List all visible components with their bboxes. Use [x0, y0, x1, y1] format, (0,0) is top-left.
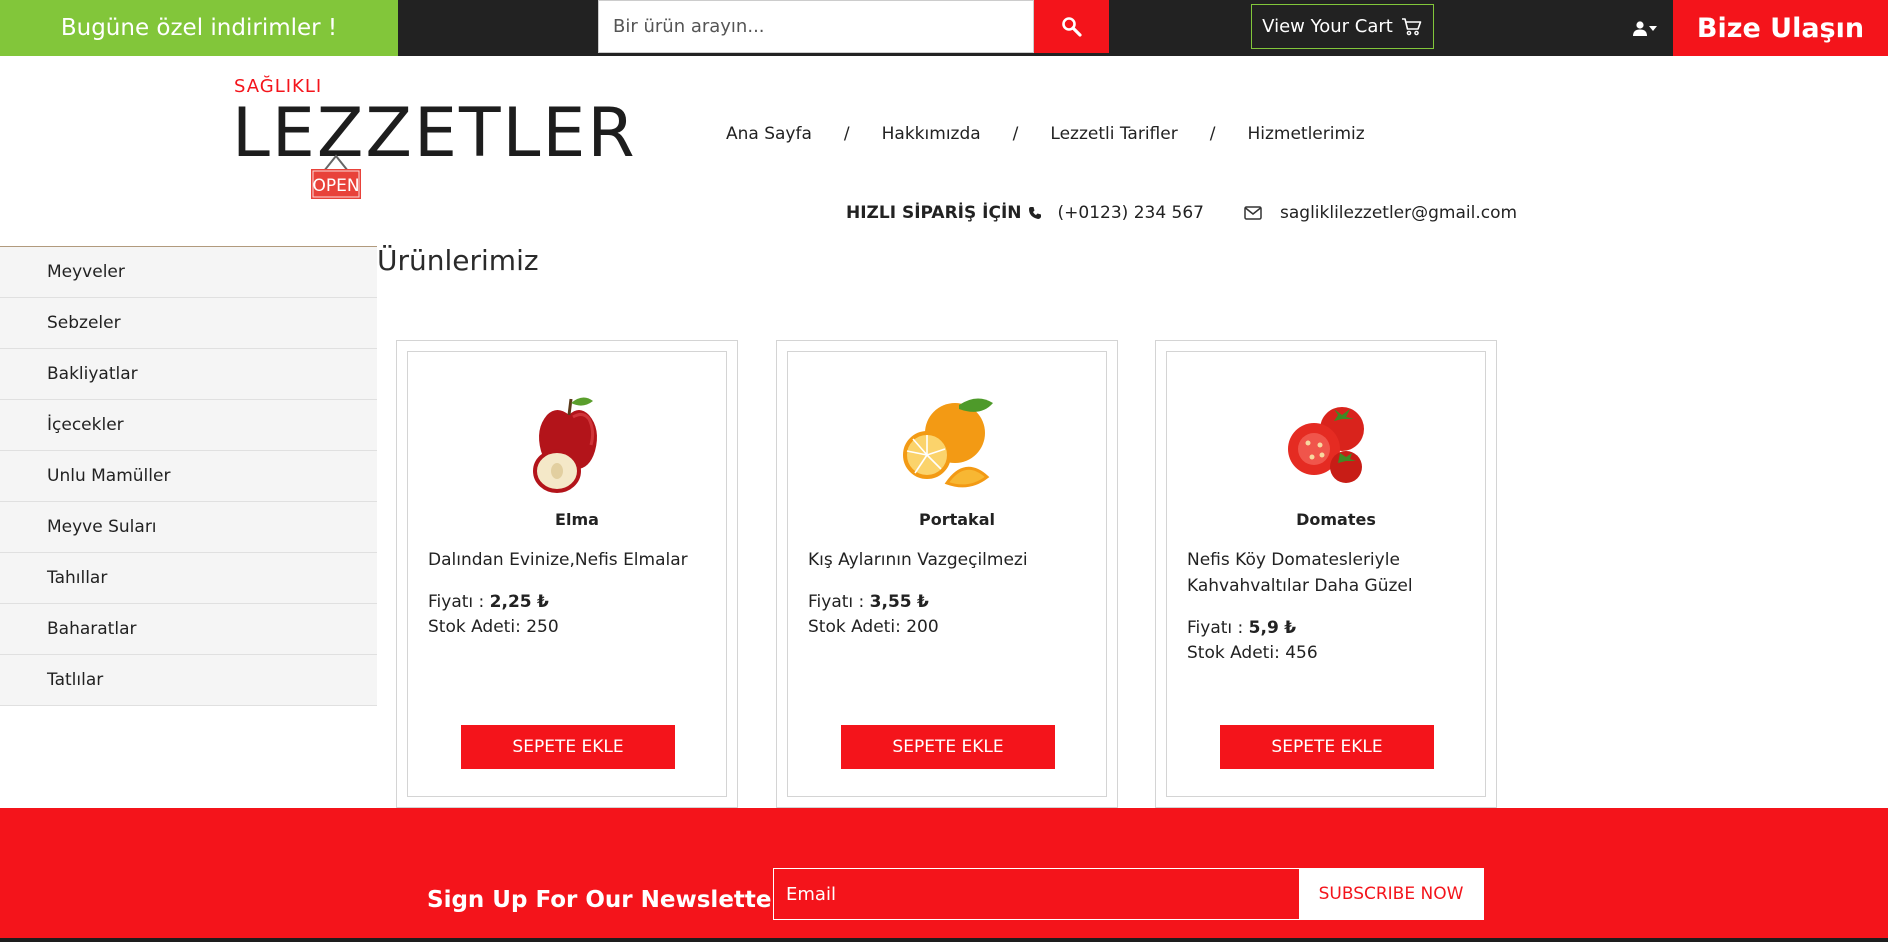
price-value: 2,25 [489, 592, 532, 612]
user-menu-toggle[interactable] [1632, 16, 1662, 40]
email-address[interactable]: sagliklilezzetler@gmail.com [1280, 203, 1517, 223]
category-item[interactable]: Unlu Mamüller [0, 451, 377, 502]
logo-title: LEZZETLER [232, 94, 637, 173]
category-item[interactable]: Meyveler [0, 247, 377, 298]
newsletter-title: Sign Up For Our Newsletter [427, 887, 783, 913]
orange-image [903, 398, 993, 488]
price-row: Fiyatı : 2,25 ₺ [428, 590, 559, 615]
nav-separator: / [1012, 124, 1019, 144]
product-description: Dalından Evinize,Nefis Elmalar [428, 550, 688, 570]
product-price-block: Fiyatı : 2,25 ₺ Stok Adeti: 250 [428, 590, 559, 640]
product-card: Domates Nefis Köy Domatesleriyle Kahvahv… [1155, 340, 1497, 808]
product-image[interactable] [408, 387, 726, 497]
currency-symbol: ₺ [537, 592, 549, 612]
stock-value: 456 [1285, 643, 1318, 663]
product-name[interactable]: Portakal [808, 510, 1106, 529]
category-item[interactable]: Tatlılar [0, 655, 377, 706]
top-bar: Bugüne özel indirimler ! View Your Cart … [0, 0, 1888, 56]
site-logo[interactable]: SAĞLIKLI LEZZETLER OPEN [232, 72, 635, 202]
product-price-block: Fiyatı : 3,55 ₺ Stok Adeti: 200 [808, 590, 939, 640]
product-card: Portakal Kış Aylarının Vazgeçilmezi Fiya… [776, 340, 1118, 808]
price-label: Fiyatı : [1187, 618, 1244, 638]
price-row: Fiyatı : 3,55 ₺ [808, 590, 939, 615]
product-description: Nefis Köy Domatesleriyle Kahvahvaltılar … [1187, 550, 1413, 596]
stock-label: Stok Adeti: [808, 617, 901, 637]
stock-row: Stok Adeti: 250 [428, 615, 559, 640]
nav-item-about[interactable]: Hakkımızda [882, 124, 981, 144]
cart-icon [1401, 17, 1422, 35]
subscribe-button[interactable]: SUBSCRIBE NOW [1299, 869, 1483, 919]
nav-item-recipes[interactable]: Lezzetli Tarifler [1050, 124, 1177, 144]
search-button[interactable] [1034, 0, 1109, 53]
nav-separator: / [1209, 124, 1216, 144]
quick-order-label: HIZLI SİPARİŞ İÇİN [846, 203, 1022, 223]
contact-info: HIZLI SİPARİŞ İÇİN (+0123) 234 567 sagli… [846, 200, 1517, 226]
category-item[interactable]: Baharatlar [0, 604, 377, 655]
promo-text: Bugüne özel indirimler ! [60, 15, 338, 41]
category-item[interactable]: Bakliyatlar [0, 349, 377, 400]
search-bar [598, 0, 1109, 53]
product-card-inner: Portakal Kış Aylarının Vazgeçilmezi Fiya… [787, 351, 1107, 797]
envelope-icon [1244, 206, 1262, 220]
view-cart-button[interactable]: View Your Cart [1251, 4, 1434, 49]
promo-banner[interactable]: Bugüne özel indirimler ! [0, 0, 398, 56]
newsletter-email-input[interactable] [774, 869, 1299, 919]
user-icon [1633, 21, 1647, 36]
price-label: Fiyatı : [428, 592, 485, 612]
product-price-block: Fiyatı : 5,9 ₺ Stok Adeti: 456 [1187, 616, 1318, 666]
tomato-image [1288, 407, 1364, 483]
category-item[interactable]: Meyve Suları [0, 502, 377, 553]
products-title: Ürünlerimiz [377, 244, 539, 277]
cart-label: View Your Cart [1262, 16, 1393, 37]
currency-symbol: ₺ [917, 592, 929, 612]
currency-symbol: ₺ [1284, 618, 1297, 638]
contact-label: Bize Ulaşın [1696, 12, 1865, 44]
price-value: 5,9 [1248, 618, 1279, 638]
product-name[interactable]: Elma [428, 510, 726, 529]
nav-item-services[interactable]: Hizmetlerimiz [1247, 124, 1364, 144]
stock-row: Stok Adeti: 200 [808, 615, 939, 640]
stock-row: Stok Adeti: 456 [1187, 641, 1318, 666]
newsletter-form: SUBSCRIBE NOW [773, 868, 1484, 920]
open-sign-icon: OPEN [311, 154, 361, 199]
category-sidebar: Meyveler Sebzeler Bakliyatlar İçecekler … [0, 246, 377, 706]
stock-label: Stok Adeti: [428, 617, 521, 637]
price-row: Fiyatı : 5,9 ₺ [1187, 616, 1318, 641]
contact-us-button[interactable]: Bize Ulaşın [1673, 0, 1888, 56]
category-item[interactable]: Sebzeler [0, 298, 377, 349]
main-nav: Ana Sayfa / Hakkımızda / Lezzetli Tarifl… [726, 124, 1365, 144]
product-card-inner: Domates Nefis Köy Domatesleriyle Kahvahv… [1166, 351, 1486, 797]
newsletter-section: Sign Up For Our Newsletter SUBSCRIBE NOW [0, 808, 1888, 942]
phone-icon [1028, 207, 1041, 219]
search-input[interactable] [598, 0, 1034, 53]
footer-strip [0, 938, 1888, 942]
price-value: 3,55 [869, 592, 912, 612]
price-label: Fiyatı : [808, 592, 865, 612]
category-item[interactable]: İçecekler [0, 400, 377, 451]
apple-image [533, 397, 597, 493]
product-image[interactable] [788, 387, 1106, 497]
stock-label: Stok Adeti: [1187, 643, 1280, 663]
stock-value: 200 [906, 617, 939, 637]
search-icon [1061, 16, 1082, 37]
caret-down-icon [1649, 26, 1657, 31]
product-image[interactable] [1167, 387, 1485, 497]
add-to-cart-button[interactable]: SEPETE EKLE [461, 725, 675, 769]
product-card: Elma Dalından Evinize,Nefis Elmalar Fiya… [396, 340, 738, 808]
product-card-inner: Elma Dalından Evinize,Nefis Elmalar Fiya… [407, 351, 727, 797]
category-item[interactable]: Tahıllar [0, 553, 377, 604]
phone-number[interactable]: (+0123) 234 567 [1058, 203, 1204, 223]
open-sign-text: OPEN [312, 176, 359, 196]
stock-value: 250 [526, 617, 559, 637]
product-description: Kış Aylarının Vazgeçilmezi [808, 550, 1028, 570]
nav-item-home[interactable]: Ana Sayfa [726, 124, 812, 144]
product-name[interactable]: Domates [1187, 510, 1485, 529]
add-to-cart-button[interactable]: SEPETE EKLE [1220, 725, 1434, 769]
add-to-cart-button[interactable]: SEPETE EKLE [841, 725, 1055, 769]
nav-separator: / [843, 124, 850, 144]
